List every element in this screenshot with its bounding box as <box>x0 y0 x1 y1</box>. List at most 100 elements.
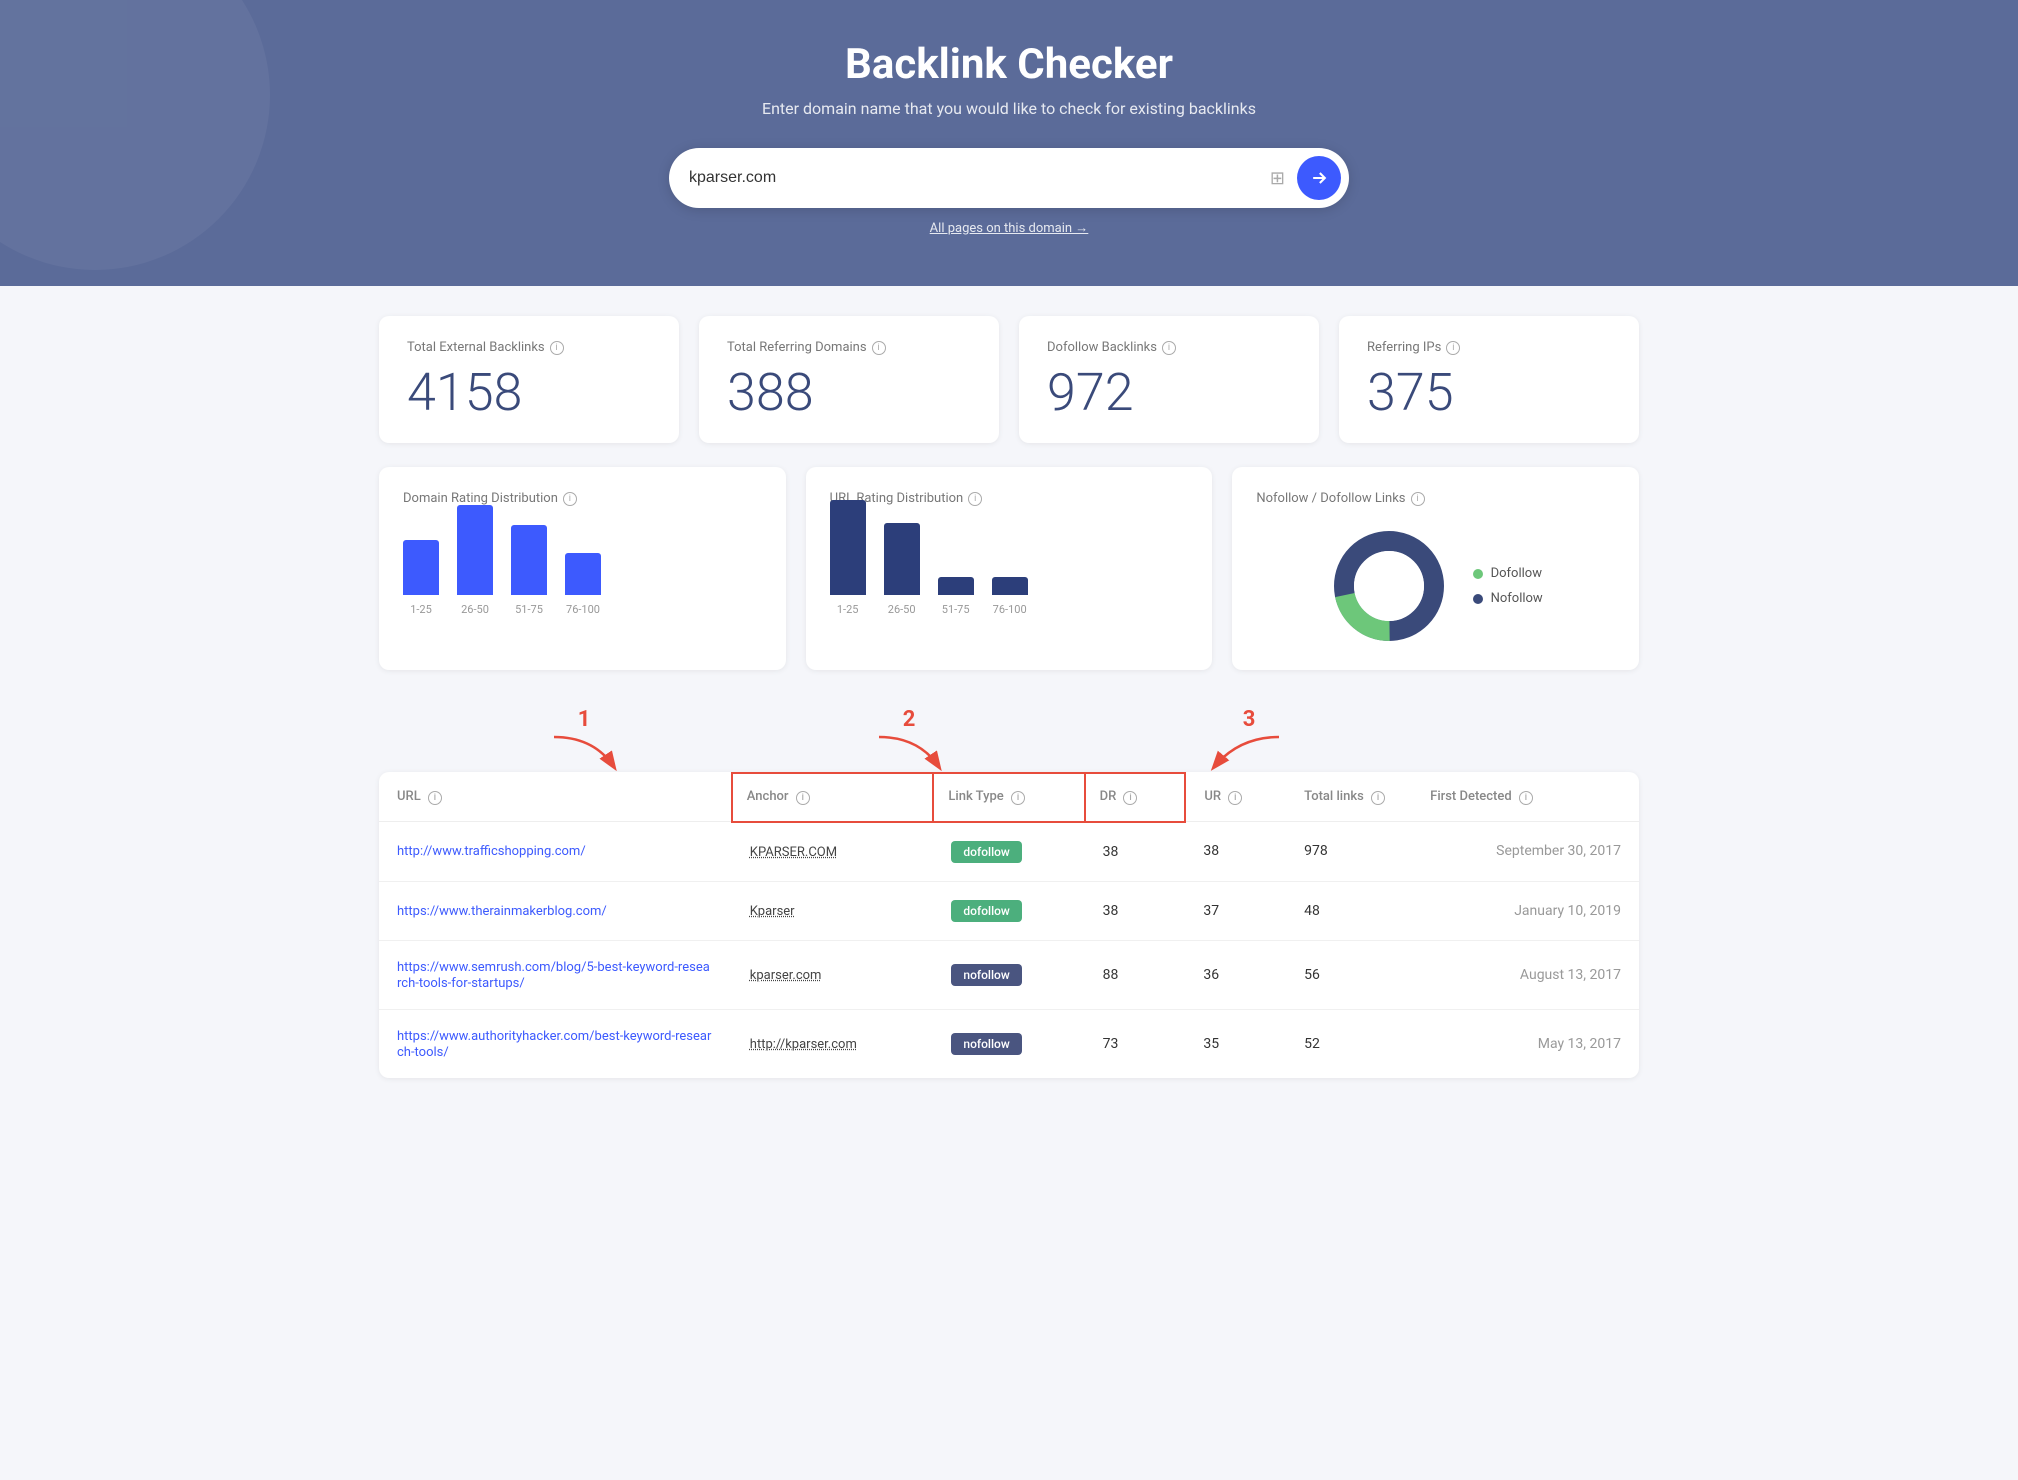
bar-label-26-50: 26-50 <box>461 603 489 616</box>
th-url: URL i <box>379 773 732 822</box>
annotation-arrow-1 <box>544 732 624 772</box>
badge-3: nofollow <box>951 1033 1021 1055</box>
cell-detected-1: January 10, 2019 <box>1412 881 1639 940</box>
table-row: https://www.authorityhacker.com/best-key… <box>379 1009 1639 1078</box>
stat-value-backlinks: 4158 <box>407 367 651 419</box>
search-input[interactable] <box>689 169 1270 187</box>
url-rating-bars: 1-25 26-50 51-75 76-100 <box>830 526 1189 636</box>
nofollow-dofollow-title: Nofollow / Dofollow Links i <box>1256 491 1615 506</box>
stat-card-backlinks: Total External Backlinks i 4158 <box>379 316 679 443</box>
stat-card-ips: Referring IPs i 375 <box>1339 316 1639 443</box>
cell-dr-0: 38 <box>1085 822 1186 882</box>
url-bar-label-51-75: 51-75 <box>942 603 970 616</box>
info-icon-dr[interactable]: i <box>1123 791 1137 805</box>
stat-value-ips: 375 <box>1367 367 1611 419</box>
backlinks-table: URL i Anchor i Link Type i DR <box>379 772 1639 1078</box>
bar-1-25 <box>403 540 439 595</box>
url-rating-title: URL Rating Distribution i <box>830 491 1189 506</box>
backlinks-table-section: URL i Anchor i Link Type i DR <box>379 772 1639 1078</box>
th-ur: UR i <box>1185 773 1286 822</box>
bar-group-1-25: 1-25 <box>403 540 439 616</box>
url-bar-76-100 <box>992 577 1028 595</box>
cell-link-type-2: nofollow <box>933 940 1084 1009</box>
stat-card-domains: Total Referring Domains i 388 <box>699 316 999 443</box>
bar-group-76-100: 76-100 <box>565 553 601 616</box>
url-bar-group-26-50: 26-50 <box>884 523 920 616</box>
stat-label-backlinks: Total External Backlinks i <box>407 340 651 355</box>
anchor-text-0: KPARSER.COM <box>750 845 837 860</box>
annotation-1: 1 <box>544 707 624 772</box>
annotations-row: 1 2 <box>379 700 1639 772</box>
cell-url-1: https://www.therainmakerblog.com/ <box>379 881 732 940</box>
annotation-number-3: 3 <box>1243 707 1256 732</box>
legend-dot-nofollow <box>1473 594 1483 604</box>
stats-grid: Total External Backlinks i 4158 Total Re… <box>379 316 1639 443</box>
donut-chart-svg <box>1329 526 1449 646</box>
annotation-number-1: 1 <box>578 707 591 732</box>
search-filter: All pages on this domain → <box>20 220 1998 236</box>
url-link-0[interactable]: http://www.trafficshopping.com/ <box>397 844 586 859</box>
url-bar-group-1-25: 1-25 <box>830 500 866 616</box>
info-icon-anchor[interactable]: i <box>796 791 810 805</box>
annotation-2: 2 <box>869 707 949 772</box>
legend-dofollow: Dofollow <box>1473 566 1543 581</box>
info-icon-url[interactable]: i <box>428 791 442 805</box>
cell-total-2: 56 <box>1286 940 1412 1009</box>
stat-value-dofollow: 972 <box>1047 367 1291 419</box>
th-total-links: Total links i <box>1286 773 1412 822</box>
info-icon-ips[interactable]: i <box>1446 341 1460 355</box>
cell-link-type-0: dofollow <box>933 822 1084 882</box>
table-row: https://www.semrush.com/blog/5-best-keyw… <box>379 940 1639 1009</box>
info-icon-domain-rating[interactable]: i <box>563 492 577 506</box>
cell-dr-2: 88 <box>1085 940 1186 1009</box>
domain-rating-chart: Domain Rating Distribution i 1-25 26-50 … <box>379 467 786 670</box>
stat-card-dofollow: Dofollow Backlinks i 972 <box>1019 316 1319 443</box>
bar-label-51-75: 51-75 <box>515 603 543 616</box>
url-bar-group-51-75: 51-75 <box>938 577 974 616</box>
page-subtitle: Enter domain name that you would like to… <box>20 99 1998 118</box>
donut-legend: Dofollow Nofollow <box>1473 566 1543 606</box>
page-title: Backlink Checker <box>20 40 1998 89</box>
info-icon-total-links[interactable]: i <box>1371 791 1385 805</box>
info-icon-dofollow[interactable]: i <box>1162 341 1176 355</box>
bar-label-76-100: 76-100 <box>566 603 600 616</box>
grid-icon: ⊞ <box>1270 168 1285 189</box>
annotation-arrow-2 <box>869 732 949 772</box>
anchor-text-2: kparser.com <box>750 968 822 983</box>
bar-label-1-25: 1-25 <box>410 603 432 616</box>
url-link-3[interactable]: https://www.authorityhacker.com/best-key… <box>397 1029 711 1060</box>
url-link-1[interactable]: https://www.therainmakerblog.com/ <box>397 904 607 919</box>
cell-ur-1: 37 <box>1185 881 1286 940</box>
cell-url-0: http://www.trafficshopping.com/ <box>379 822 732 882</box>
domain-rating-title: Domain Rating Distribution i <box>403 491 762 506</box>
th-link-type: Link Type i <box>933 773 1084 822</box>
info-icon-domains[interactable]: i <box>872 341 886 355</box>
info-icon-url-rating[interactable]: i <box>968 492 982 506</box>
info-icon-first-detected[interactable]: i <box>1519 791 1533 805</box>
cell-dr-1: 38 <box>1085 881 1186 940</box>
anchor-text-3: http://kparser.com <box>750 1037 857 1052</box>
cell-anchor-0: KPARSER.COM <box>732 822 934 882</box>
search-button[interactable] <box>1297 156 1341 200</box>
bar-26-50 <box>457 505 493 595</box>
cell-ur-3: 35 <box>1185 1009 1286 1078</box>
cell-ur-0: 38 <box>1185 822 1286 882</box>
url-bar-group-76-100: 76-100 <box>992 577 1028 616</box>
url-bar-1-25 <box>830 500 866 595</box>
cell-anchor-2: kparser.com <box>732 940 934 1009</box>
bar-76-100 <box>565 553 601 595</box>
domain-rating-bars: 1-25 26-50 51-75 76-100 <box>403 526 762 636</box>
badge-1: dofollow <box>951 900 1021 922</box>
url-link-2[interactable]: https://www.semrush.com/blog/5-best-keyw… <box>397 960 710 991</box>
table-row: https://www.therainmakerblog.com/ Kparse… <box>379 881 1639 940</box>
info-icon-ur[interactable]: i <box>1228 791 1242 805</box>
th-dr: DR i <box>1085 773 1186 822</box>
stat-label-dofollow: Dofollow Backlinks i <box>1047 340 1291 355</box>
info-icon-nf-df[interactable]: i <box>1411 492 1425 506</box>
table-header-row: URL i Anchor i Link Type i DR <box>379 773 1639 822</box>
info-icon-link-type[interactable]: i <box>1011 791 1025 805</box>
cell-anchor-1: Kparser <box>732 881 934 940</box>
search-bar: ⊞ <box>669 148 1349 208</box>
arrow-right-icon <box>1309 168 1329 188</box>
info-icon-backlinks[interactable]: i <box>550 341 564 355</box>
